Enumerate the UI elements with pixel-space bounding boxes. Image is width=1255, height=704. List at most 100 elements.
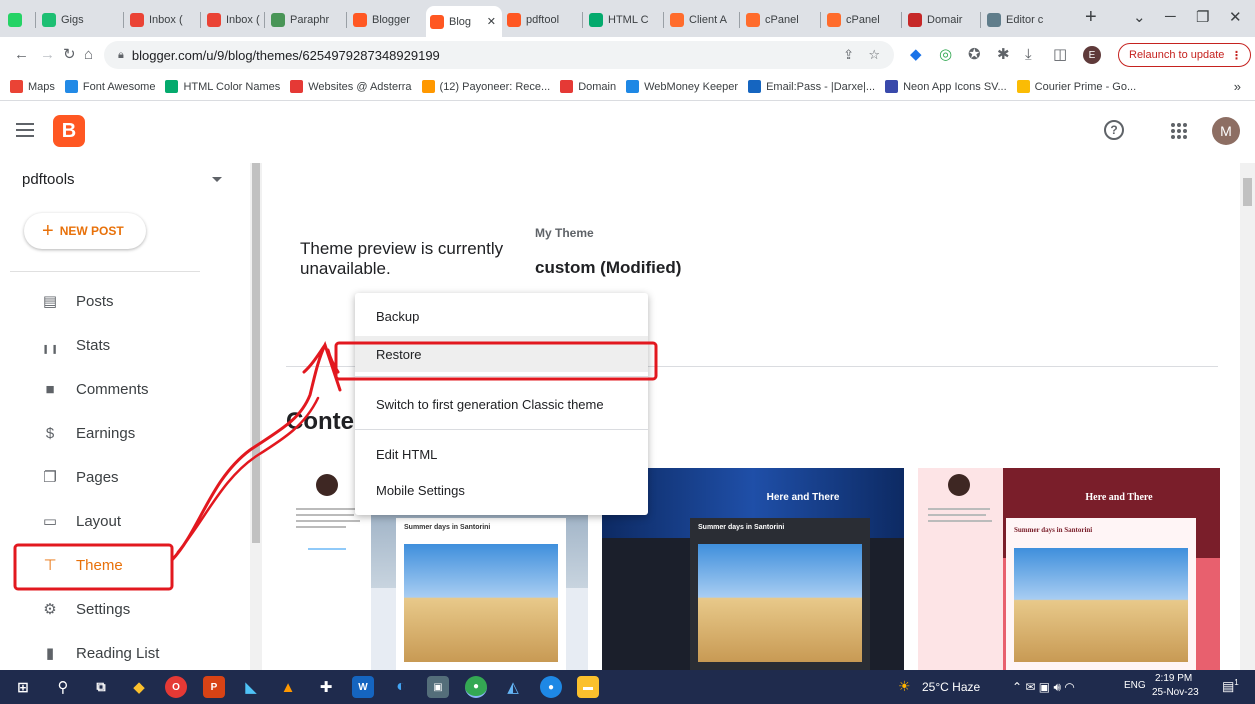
powerpoint-icon[interactable]: P xyxy=(203,676,225,698)
search-icon[interactable]: ⚲ xyxy=(52,676,74,698)
menu-item-edit-html[interactable]: Edit HTML xyxy=(355,436,648,472)
profile-avatar[interactable]: E xyxy=(1083,46,1101,64)
clock-date[interactable]: 25-Nov-23 xyxy=(1152,687,1199,698)
windows-start-icon[interactable]: ⊞ xyxy=(12,676,34,698)
app-icon[interactable]: ◭ xyxy=(502,676,524,698)
help-icon[interactable]: ? xyxy=(1104,120,1124,140)
sidebar-item-comments[interactable]: ■ Comments xyxy=(0,369,240,409)
edge-icon[interactable]: ◐ xyxy=(390,676,412,698)
task-view-icon[interactable]: ⧉ xyxy=(90,676,112,698)
bookmark-item[interactable]: WebMoney Keeper xyxy=(626,80,738,93)
sidebar-scrollbar-thumb[interactable] xyxy=(252,163,260,543)
restore-window-button[interactable]: ❐ xyxy=(1196,8,1209,26)
bookmark-item[interactable]: Neon App Icons SV... xyxy=(885,80,1007,93)
weather-text[interactable]: 25°C Haze xyxy=(922,680,980,694)
minimize-button[interactable]: ─ xyxy=(1165,8,1176,25)
tab-search-icon[interactable]: ⌄ xyxy=(1133,8,1146,26)
word-icon[interactable]: W xyxy=(352,676,374,698)
browser-tab[interactable]: HTML C xyxy=(585,6,661,34)
browser-tab[interactable]: Domair xyxy=(904,6,980,34)
theme-thumbnail-contempo-pink[interactable]: Here and There Summer days in Santorini xyxy=(918,468,1220,670)
browser-tab[interactable]: cPanel xyxy=(742,6,818,34)
bookmark-item[interactable]: Email:Pass - |Darxe|... xyxy=(748,80,875,93)
apps-grid-icon[interactable] xyxy=(1171,123,1187,139)
hamburger-menu-icon[interactable] xyxy=(16,123,34,137)
language-indicator[interactable]: ENG xyxy=(1124,680,1146,691)
tray-icons[interactable]: ⌃ ✉ ▣ 🔊︎ ◠ xyxy=(1012,680,1075,695)
menu-item-mobile-settings[interactable]: Mobile Settings xyxy=(355,472,648,508)
bookmarks-overflow-button[interactable]: » xyxy=(1234,79,1241,94)
account-avatar[interactable]: M xyxy=(1212,117,1240,145)
extension-icon[interactable]: ✪ xyxy=(968,46,981,64)
menu-item-restore[interactable]: Restore xyxy=(355,336,648,372)
opera-icon[interactable]: O xyxy=(165,676,187,698)
browser-tab[interactable]: Editor c xyxy=(983,6,1059,34)
browser-tab[interactable]: Inbox ( xyxy=(126,6,202,34)
puzzle-icon[interactable]: ✱ xyxy=(997,46,1010,64)
close-tab-icon[interactable]: ✕ xyxy=(487,15,496,28)
bookmark-item[interactable]: Domain xyxy=(560,80,616,93)
extension-icon[interactable]: ◆ xyxy=(910,46,922,64)
webmoney-icon xyxy=(626,80,640,93)
tab-separator xyxy=(820,12,821,28)
new-post-button[interactable]: + NEW POST xyxy=(24,213,146,249)
app-icon[interactable]: ▣ xyxy=(427,676,449,698)
browser-tab[interactable]: Inbox ( xyxy=(203,6,263,34)
browser-tab[interactable]: pdftool xyxy=(503,6,579,34)
sidebar-item-reading-list[interactable]: ▮ Reading List xyxy=(0,633,240,670)
sidebar: pdftools + NEW POST ▤ Posts ╻╻ Stats ■ Commen… xyxy=(0,163,262,670)
browser-tab[interactable]: cPanel xyxy=(823,6,899,34)
menu-item-backup[interactable]: Backup xyxy=(355,298,648,334)
close-window-button[interactable]: ✕ xyxy=(1229,8,1242,26)
relaunch-button[interactable]: Relaunch to update ⋮ xyxy=(1118,43,1251,67)
file-explorer-icon[interactable]: ▬ xyxy=(577,676,599,698)
share-icon[interactable]: ⇪ xyxy=(843,47,854,63)
app-icon[interactable]: ✚ xyxy=(315,676,337,698)
sidebar-item-layout[interactable]: ▭ Layout xyxy=(0,501,240,541)
gmail-icon xyxy=(130,13,144,27)
layout-icon: ▭ xyxy=(42,513,58,530)
bookmark-item[interactable]: Websites @ Adsterra xyxy=(290,80,412,93)
bookmark-item[interactable]: HTML Color Names xyxy=(165,80,280,93)
sidebar-item-stats[interactable]: ╻╻ Stats xyxy=(0,325,240,365)
back-icon[interactable]: ← xyxy=(14,46,29,64)
vlc-icon[interactable]: ▲ xyxy=(277,676,299,698)
home-icon[interactable]: ⌂ xyxy=(84,46,93,64)
bookmark-item[interactable]: Courier Prime - Go... xyxy=(1016,80,1136,93)
sidepanel-icon[interactable]: ◫ xyxy=(1053,46,1067,64)
main-scrollbar-thumb[interactable] xyxy=(1243,178,1252,206)
menu-item-switch-classic[interactable]: Switch to first generation Classic theme xyxy=(355,386,648,422)
reload-icon[interactable]: ↻ xyxy=(63,46,76,64)
blog-selector[interactable]: pdftools xyxy=(22,171,75,188)
download-icon[interactable]: ⤓ xyxy=(1025,46,1032,64)
chrome-icon[interactable]: ● xyxy=(465,676,487,698)
sidebar-item-earnings[interactable]: $ Earnings xyxy=(0,413,240,453)
sidebar-item-posts[interactable]: ▤ Posts xyxy=(0,281,240,321)
bookmark-item[interactable]: (12) Payoneer: Rece... xyxy=(421,80,550,93)
chevron-down-icon[interactable] xyxy=(212,177,222,182)
bookmark-item[interactable]: Maps xyxy=(10,80,55,93)
forward-icon[interactable]: → xyxy=(40,46,55,64)
address-bar[interactable]: 🔒︎ blogger.com/u/9/blog/themes/625497928… xyxy=(104,41,894,69)
sidebar-item-theme[interactable]: ⊤ Theme xyxy=(0,545,240,585)
browser-tab[interactable]: Gigs xyxy=(38,6,114,34)
clock-time[interactable]: 2:19 PM xyxy=(1155,673,1192,684)
notification-icon[interactable]: ▤1 xyxy=(1222,678,1239,694)
bookmark-item[interactable]: Font Awesome xyxy=(64,80,155,93)
sidebar-item-settings[interactable]: ⚙ Settings xyxy=(0,589,240,629)
browser-tab[interactable]: Blogger xyxy=(349,6,425,34)
extension-icon[interactable]: ◎ xyxy=(939,46,952,64)
blogger-logo[interactable]: B xyxy=(53,115,85,147)
browser-tab[interactable]: Client A xyxy=(666,6,742,34)
app-icon[interactable]: ◆ xyxy=(128,676,150,698)
browser-tab[interactable]: Paraphr xyxy=(267,6,343,34)
main-scrollbar[interactable] xyxy=(1240,163,1255,670)
browser-tab[interactable]: Blog ✕ xyxy=(426,6,502,37)
sidebar-item-pages[interactable]: ❐ Pages xyxy=(0,457,240,497)
weather-icon[interactable]: ☀ xyxy=(898,678,911,695)
new-tab-button[interactable]: + xyxy=(1085,6,1097,29)
chrome-profile-icon[interactable]: ● xyxy=(540,676,562,698)
app-icon[interactable]: ◣ xyxy=(240,676,262,698)
star-icon[interactable]: ☆ xyxy=(868,47,880,63)
browser-tab[interactable] xyxy=(4,6,26,34)
